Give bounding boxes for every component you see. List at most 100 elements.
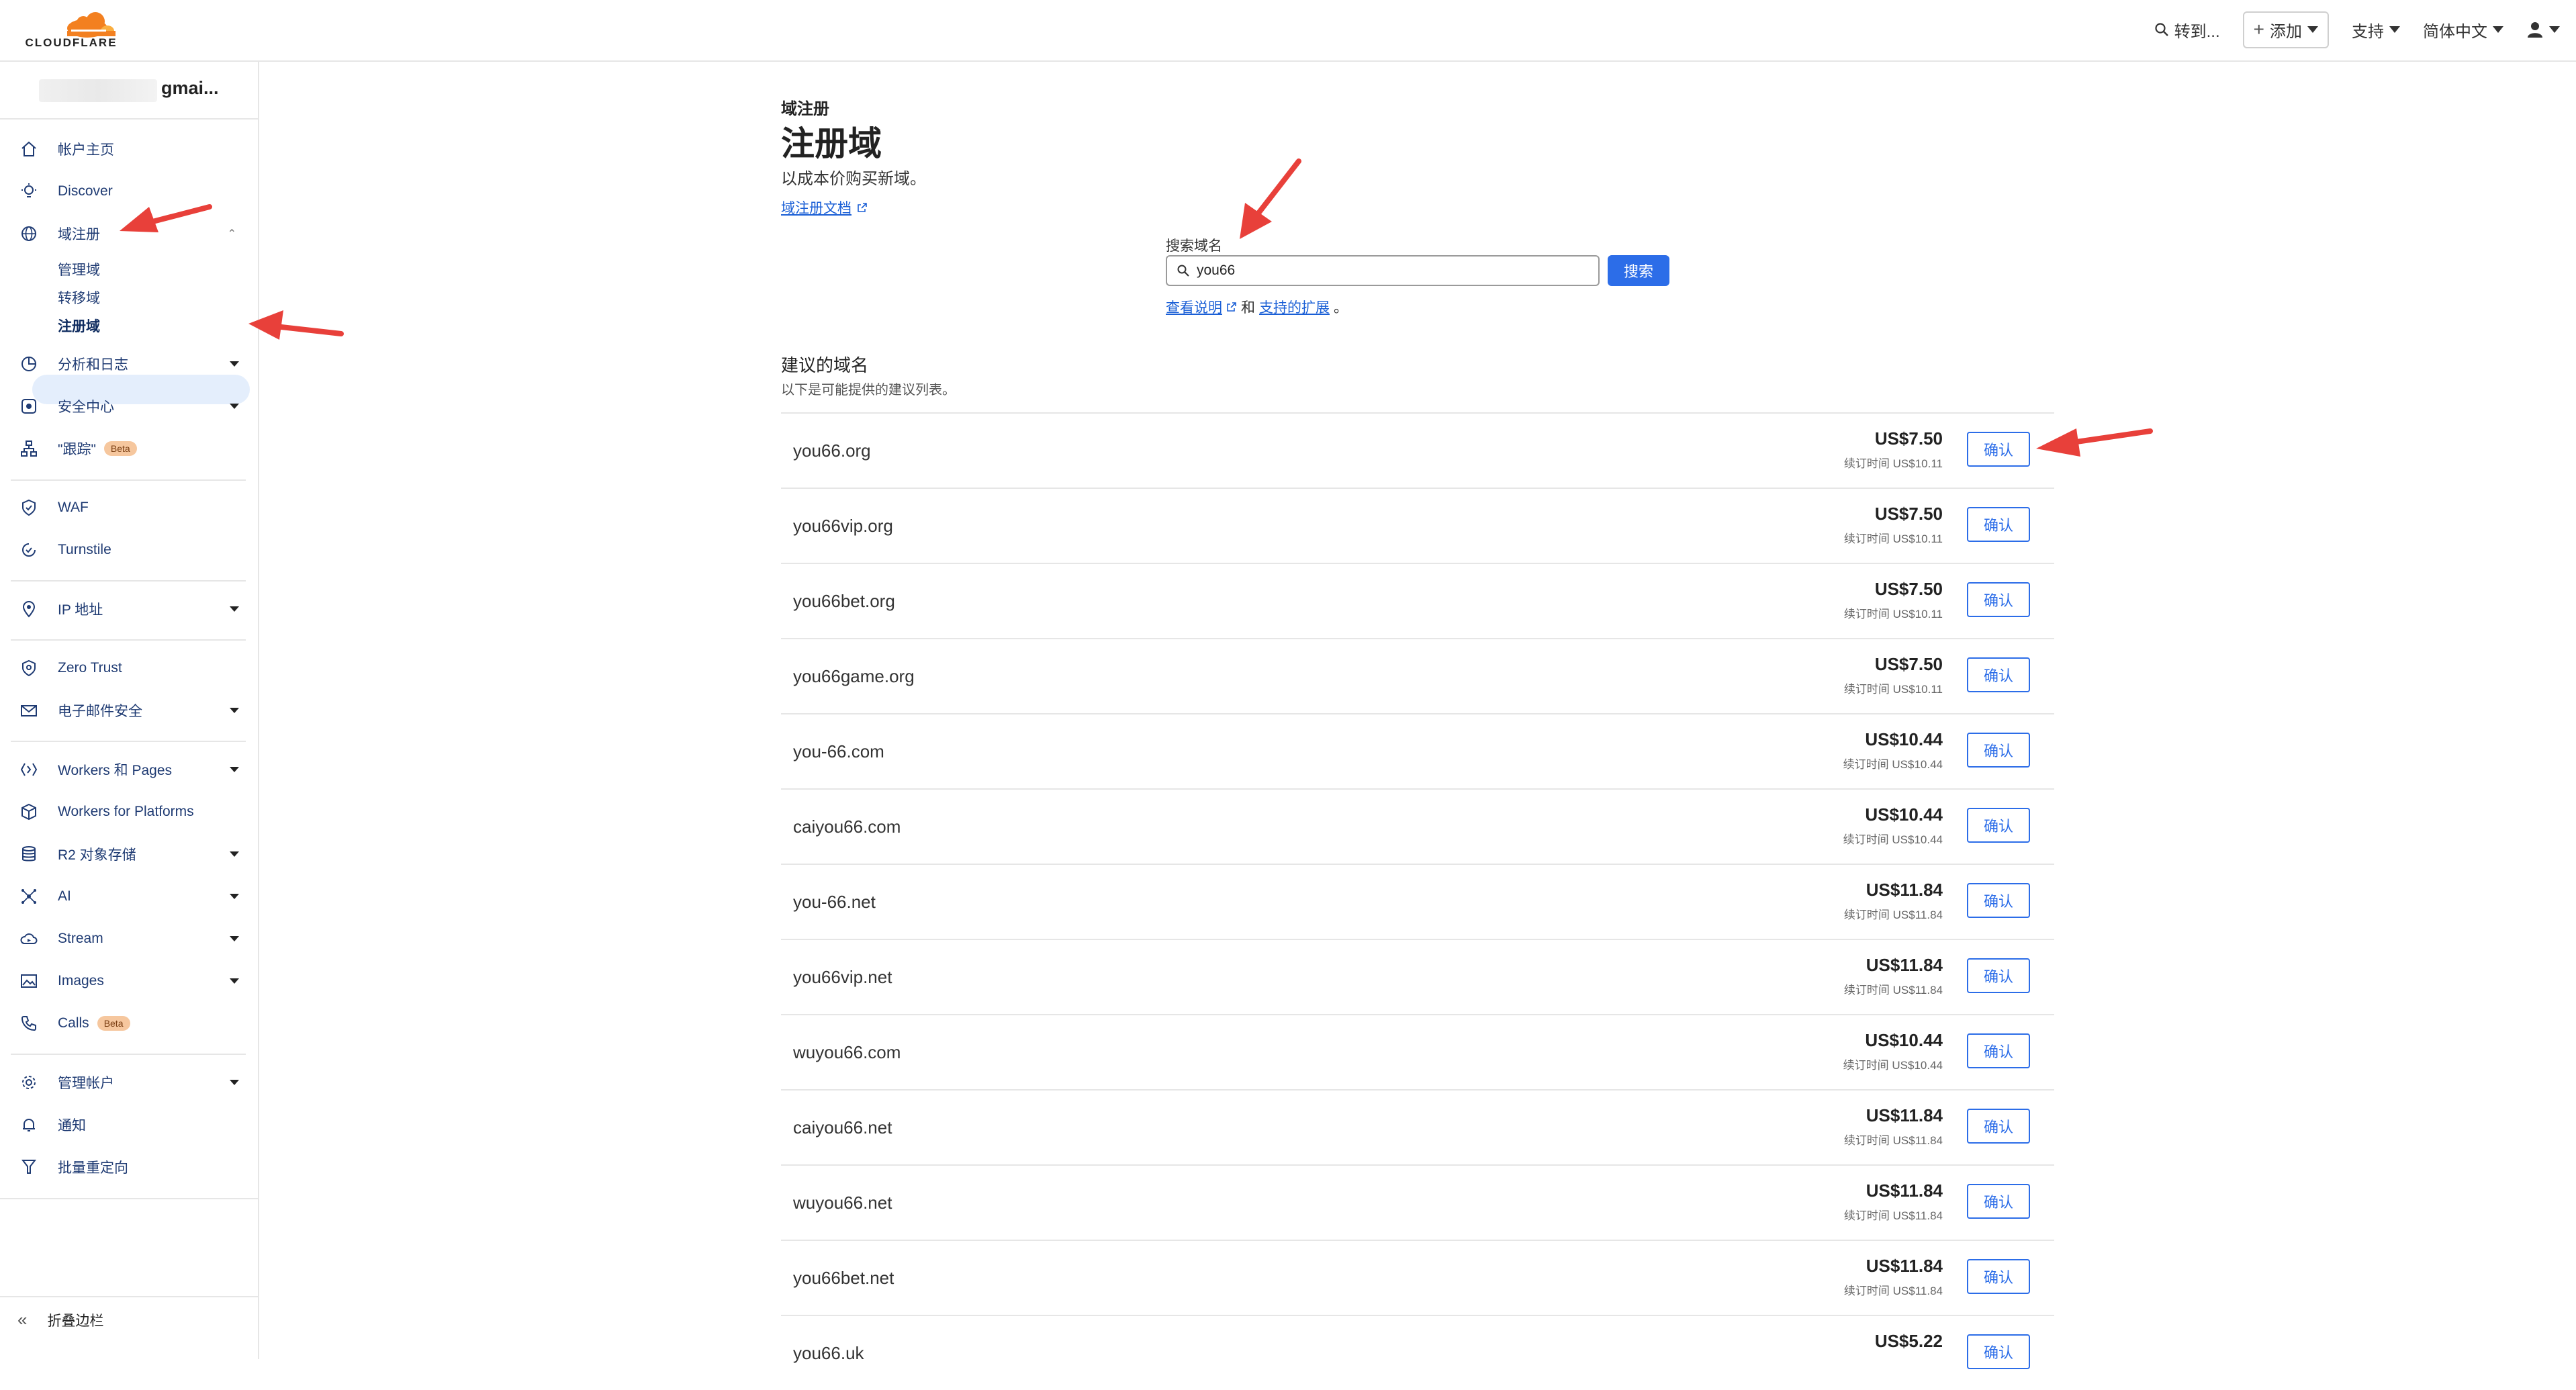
confirm-button[interactable]: 确认 — [1967, 657, 2030, 692]
sidebar-item-label: Zero Trust — [58, 660, 122, 676]
domain-name: caiyou66.com — [793, 816, 901, 837]
collapse-sidebar-button[interactable]: « 折叠边栏 — [17, 1309, 103, 1330]
sidebar-subitem-register-domains[interactable]: 注册域 — [58, 316, 100, 336]
support-menu[interactable]: 支持 — [2352, 18, 2400, 42]
domain-name: you66vip.net — [793, 966, 892, 987]
sidebar-item-turnstile[interactable]: Turnstile — [11, 535, 247, 565]
sidebar-item-analytics[interactable]: 分析和日志 — [11, 349, 247, 379]
sidebar-item-security-center[interactable]: 安全中心 — [11, 391, 247, 421]
confirm-button[interactable]: 确认 — [1967, 883, 2030, 918]
sidebar-item-label: 域注册 — [58, 227, 100, 242]
domain-result-row: caiyou66.net US$11.84 续订时间 US$11.84 确认 — [781, 1089, 2054, 1164]
domain-result-row: you66.uk US$5.22 确认 — [781, 1315, 2054, 1390]
sidebar-subitem-manage-domains[interactable]: 管理域 — [58, 259, 100, 279]
sidebar-item-label: AI — [58, 888, 71, 904]
domain-result-row: you-66.com US$10.44 续订时间 US$10.44 确认 — [781, 713, 2054, 788]
sidebar-item-workers-for-platforms[interactable]: Workers for Platforms — [11, 797, 247, 827]
external-link-icon — [858, 203, 867, 212]
chevron-down-icon — [230, 708, 239, 713]
docs-link[interactable]: 域注册文档 — [781, 197, 868, 218]
confirm-button[interactable]: 确认 — [1967, 507, 2030, 542]
bell-icon — [17, 1113, 40, 1136]
chevron-up-icon: ⌃ — [227, 228, 236, 240]
sidebar-item-bulk-redirects[interactable]: 批量重定向 — [11, 1152, 247, 1182]
domain-name: you66.org — [793, 440, 871, 461]
logo-wordmark: CLOUDFLARE — [25, 36, 118, 49]
sidebar-item-ai[interactable]: AI — [11, 882, 247, 911]
domain-result-row: you66bet.net US$11.84 续订时间 US$11.84 确认 — [781, 1240, 2054, 1315]
domain-price: US$11.84 — [1866, 955, 1943, 975]
annotation-arrow — [248, 310, 344, 340]
instructions-link[interactable]: 查看说明 — [1166, 297, 1222, 317]
gear-icon — [17, 1071, 40, 1094]
sidebar-item-images[interactable]: Images — [11, 966, 247, 996]
sidebar-item-r2[interactable]: R2 对象存储 — [11, 839, 247, 869]
sidebar-item-zero-trust[interactable]: Zero Trust — [11, 653, 247, 683]
domain-search-field[interactable] — [1166, 255, 1600, 286]
sidebar-item-discover[interactable]: Discover — [11, 177, 247, 206]
confirm-button[interactable]: 确认 — [1967, 1259, 2030, 1294]
goto-button[interactable]: 转到... — [2154, 18, 2220, 42]
sidebar-item-label: 帐户主页 — [58, 142, 114, 158]
domain-search-input[interactable] — [1195, 262, 1574, 279]
confirm-button[interactable]: 确认 — [1967, 432, 2030, 467]
renewal-price: 续订时间 US$11.84 — [1843, 909, 1943, 921]
chevron-down-icon — [230, 1080, 239, 1085]
add-label: 添加 — [2270, 22, 2302, 41]
turnstile-icon — [17, 539, 40, 561]
image-icon — [17, 970, 40, 992]
sidebar-item-waf[interactable]: WAF — [11, 493, 247, 522]
sidebar-item-trace[interactable]: "跟踪" Beta — [11, 434, 247, 463]
confirm-button[interactable]: 确认 — [1967, 582, 2030, 617]
goto-label: 转到... — [2174, 22, 2220, 41]
sidebar-item-domain-registration[interactable]: 域注册 ⌃ — [11, 219, 247, 248]
account-name: gmai... — [161, 78, 219, 98]
add-button[interactable]: + 添加 — [2242, 11, 2329, 48]
sidebar-item-email-security[interactable]: 电子邮件安全 — [11, 696, 247, 725]
confirm-button[interactable]: 确认 — [1967, 1109, 2030, 1144]
sidebar-item-label: Images — [58, 973, 104, 988]
confirm-button[interactable]: 确认 — [1967, 958, 2030, 993]
phone-icon — [17, 1012, 40, 1035]
confirm-button[interactable]: 确认 — [1967, 1184, 2030, 1219]
domain-name: wuyou66.com — [793, 1041, 901, 1062]
confirm-button[interactable]: 确认 — [1967, 1334, 2030, 1369]
sidebar-item-manage-account[interactable]: 管理帐户 — [11, 1068, 247, 1097]
domain-name: you66bet.org — [793, 590, 895, 611]
domain-price: US$10.44 — [1865, 1030, 1943, 1050]
sidebar-item-home[interactable]: 帐户主页 — [11, 134, 247, 164]
sidebar-item-calls[interactable]: Calls Beta — [11, 1009, 247, 1038]
language-menu[interactable]: 简体中文 — [2423, 18, 2503, 42]
domain-price: US$7.50 — [1874, 579, 1943, 599]
double-chevron-left-icon: « — [17, 1309, 28, 1330]
confirm-button[interactable]: 确认 — [1967, 808, 2030, 843]
confirm-button[interactable]: 确认 — [1967, 733, 2030, 768]
user-menu[interactable] — [2526, 21, 2560, 38]
sidebar-item-label: Calls — [58, 1015, 89, 1031]
account-switcher[interactable]: gmai... — [0, 62, 258, 120]
domain-price: US$7.50 — [1874, 504, 1943, 524]
domain-price: US$7.50 — [1874, 428, 1943, 449]
language-label: 简体中文 — [2423, 22, 2487, 41]
sidebar-item-label: Workers for Platforms — [58, 804, 194, 819]
cloud-logo-icon — [67, 12, 116, 38]
renewal-price: 续订时间 US$10.44 — [1843, 758, 1943, 771]
chevron-down-icon — [230, 851, 239, 857]
renewal-price: 续订时间 US$11.84 — [1843, 1209, 1943, 1222]
chevron-down-icon — [230, 404, 239, 409]
sidebar-item-label: Workers 和 Pages — [58, 763, 172, 778]
domain-result-row: wuyou66.net US$11.84 续订时间 US$11.84 确认 — [781, 1164, 2054, 1240]
sidebar-item-workers-pages[interactable]: Workers 和 Pages — [11, 755, 247, 784]
sidebar-subitem-transfer-domains[interactable]: 转移域 — [58, 287, 100, 308]
cloudflare-logo[interactable]: CLOUDFLARE — [13, 8, 129, 50]
sidebar-item-stream[interactable]: Stream — [11, 924, 247, 954]
domain-name: you-66.com — [793, 741, 884, 761]
search-button[interactable]: 搜索 — [1608, 255, 1669, 286]
confirm-button[interactable]: 确认 — [1967, 1033, 2030, 1068]
suggested-domains-subtitle: 以下是可能提供的建议列表。 — [781, 383, 956, 398]
supported-extensions-link[interactable]: 支持的扩展 — [1259, 297, 1330, 317]
help-suffix-text: 。 — [1334, 300, 1348, 316]
sidebar-item-ip-addresses[interactable]: IP 地址 — [11, 594, 247, 624]
chevron-down-icon — [230, 606, 239, 612]
sidebar-item-notifications[interactable]: 通知 — [11, 1110, 247, 1140]
